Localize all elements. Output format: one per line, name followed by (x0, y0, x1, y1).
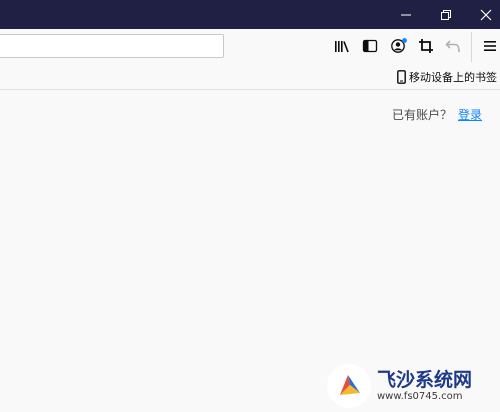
account-icon (391, 38, 407, 53)
menu-button[interactable] (479, 35, 500, 57)
screenshot-crop-icon (419, 39, 433, 53)
watermark-title: 飞沙系统网 (377, 369, 473, 391)
watermark-url: www.fs0745.com (377, 391, 463, 402)
minimize-button[interactable] (386, 0, 426, 29)
bookmarks-toolbar: 移动设备上的书签 (0, 65, 500, 90)
toolbar-separator (471, 32, 472, 62)
account-prompt-text: 已有账户？ (391, 108, 452, 122)
window-titlebar (0, 0, 500, 29)
account-button[interactable] (388, 35, 410, 57)
watermark-logo-icon (340, 375, 360, 395)
login-link[interactable]: 登录 (458, 106, 482, 123)
close-icon (480, 9, 492, 20)
mobile-bookmarks-label: 移动设备上的书签 (409, 71, 497, 84)
restore-icon (441, 9, 451, 20)
address-bar[interactable] (0, 34, 224, 58)
navigation-toolbar (0, 29, 500, 65)
screenshot-button[interactable] (415, 35, 437, 57)
sidebar-button[interactable] (359, 35, 381, 57)
minimize-icon (401, 14, 411, 15)
close-button[interactable] (466, 0, 500, 29)
mobile-bookmarks-folder[interactable]: 移动设备上的书签 (397, 67, 497, 87)
undo-button[interactable] (442, 35, 464, 57)
site-watermark: 飞沙系统网 www.fs0745.com (327, 360, 500, 412)
library-button[interactable] (331, 35, 353, 57)
watermark-logo (327, 364, 371, 408)
account-prompt-row: 已有账户？ 登录 (392, 106, 482, 123)
mobile-device-icon (397, 70, 406, 84)
library-icon (335, 41, 349, 53)
restore-button[interactable] (426, 0, 466, 29)
menu-icon (484, 41, 496, 51)
undo-icon (445, 40, 460, 53)
watermark-text: 飞沙系统网 www.fs0745.com (377, 369, 472, 403)
sidebar-icon (362, 39, 378, 53)
